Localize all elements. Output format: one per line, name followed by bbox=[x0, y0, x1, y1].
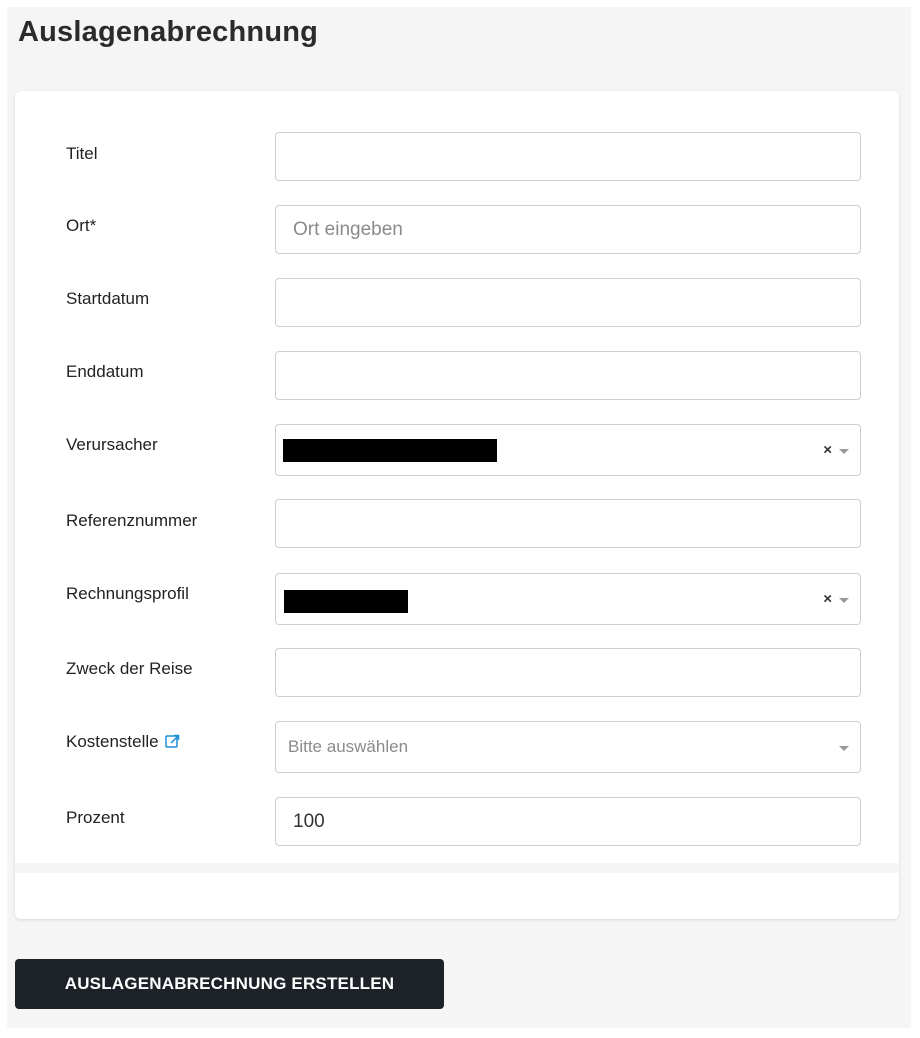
referenznummer-field[interactable] bbox=[275, 499, 861, 548]
enddatum-input[interactable] bbox=[276, 352, 860, 399]
redacted-value bbox=[284, 590, 408, 613]
kostenstelle-placeholder: Bitte auswählen bbox=[288, 737, 409, 756]
enddatum-label: Enddatum bbox=[66, 362, 144, 381]
titel-field[interactable] bbox=[275, 132, 861, 181]
chevron-down-icon[interactable] bbox=[839, 598, 849, 603]
chevron-down-icon[interactable] bbox=[839, 746, 849, 751]
startdatum-field[interactable] bbox=[275, 278, 861, 327]
ort-input[interactable] bbox=[276, 206, 860, 253]
referenznummer-input[interactable] bbox=[276, 500, 860, 547]
form-card: Titel Ort* Startdatum Enddatum Verursach… bbox=[15, 91, 899, 919]
card-divider bbox=[15, 863, 899, 873]
zweck-field[interactable] bbox=[275, 648, 861, 697]
prozent-input[interactable] bbox=[276, 798, 860, 845]
prozent-label: Prozent bbox=[66, 808, 125, 827]
enddatum-field[interactable] bbox=[275, 351, 861, 400]
referenznummer-label: Referenznummer bbox=[66, 511, 198, 530]
verursacher-label: Verursacher bbox=[66, 435, 158, 454]
page-title: Auslagenabrechnung bbox=[18, 16, 319, 48]
redacted-value bbox=[283, 439, 497, 462]
zweck-label: Zweck der Reise bbox=[66, 659, 193, 678]
clear-icon[interactable]: × bbox=[823, 592, 832, 607]
zweck-input[interactable] bbox=[276, 649, 860, 696]
rechnungsprofil-select[interactable]: × bbox=[275, 573, 861, 625]
create-expense-report-button[interactable]: AUSLAGENABRECHNUNG ERSTELLEN bbox=[15, 959, 444, 1009]
ort-label: Ort* bbox=[66, 216, 97, 235]
startdatum-input[interactable] bbox=[276, 279, 860, 326]
ort-field[interactable] bbox=[275, 205, 861, 254]
page-container: Auslagenabrechnung Titel Ort* Startdatum… bbox=[7, 7, 911, 1028]
prozent-field[interactable] bbox=[275, 797, 861, 846]
kostenstelle-label: Kostenstelle bbox=[66, 732, 180, 754]
startdatum-label: Startdatum bbox=[66, 289, 150, 308]
rechnungsprofil-label: Rechnungsprofil bbox=[66, 584, 189, 603]
clear-icon[interactable]: × bbox=[823, 443, 832, 458]
kostenstelle-label-text: Kostenstelle bbox=[66, 732, 159, 751]
chevron-down-icon[interactable] bbox=[839, 449, 849, 454]
titel-label: Titel bbox=[66, 144, 98, 163]
verursacher-select[interactable]: × bbox=[275, 424, 861, 476]
titel-input[interactable] bbox=[276, 133, 860, 180]
external-link-icon[interactable] bbox=[164, 734, 180, 754]
kostenstelle-select[interactable]: Bitte auswählen bbox=[275, 721, 861, 773]
